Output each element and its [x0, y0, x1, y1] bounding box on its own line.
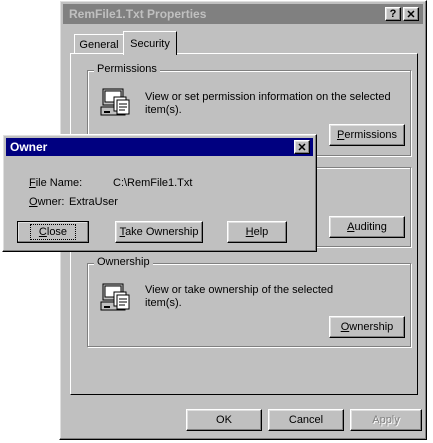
file-name-label: File Name: — [29, 177, 83, 189]
ownership-button-label: Ownership — [340, 321, 394, 333]
close-button[interactable]: Close — [17, 221, 89, 243]
cancel-button-label: Cancel — [288, 414, 324, 426]
apply-button[interactable]: Apply — [350, 409, 422, 431]
help-button[interactable]: Help — [227, 221, 287, 243]
tab-security[interactable]: Security — [123, 31, 177, 55]
take-ownership-button[interactable]: Take Ownership — [115, 221, 203, 243]
ok-button[interactable]: OK — [186, 409, 262, 431]
question-icon: ? — [389, 8, 397, 20]
ownership-group: Ownership View or take ownership of the … — [87, 256, 411, 347]
ownership-button[interactable]: Ownership — [329, 316, 405, 338]
auditing-button[interactable]: Auditing — [329, 216, 405, 238]
file-name-value: C:\RemFile1.Txt — [113, 177, 193, 189]
permissions-legend: Permissions — [94, 63, 160, 75]
owner-titlebar[interactable]: Owner — [6, 138, 313, 156]
close-icon: ✕ — [297, 141, 307, 154]
tab-general-label: General — [79, 38, 119, 51]
permissions-button[interactable]: Permissions — [329, 124, 405, 146]
close-title-button[interactable]: ✕ — [403, 7, 419, 21]
cancel-button[interactable]: Cancel — [268, 409, 344, 431]
properties-titlebar[interactable]: RemFile1.Txt Properties — [63, 4, 423, 24]
owner-close-title-button[interactable]: ✕ — [294, 140, 310, 154]
computer-files-icon — [100, 88, 130, 116]
take-ownership-button-label: Take Ownership — [119, 226, 199, 238]
close-button-label: Close — [29, 224, 77, 240]
ok-button-label: OK — [216, 414, 232, 426]
ownership-description: View or take ownership of the selected i… — [145, 284, 334, 309]
owner-dialog: Owner ✕ File Name: C:\RemFile1.Txt Owner… — [2, 134, 317, 252]
tab-security-label: Security — [130, 37, 170, 50]
tab-general[interactable]: General — [74, 34, 124, 54]
properties-title: RemFile1.Txt Properties — [69, 7, 207, 21]
apply-button-label: Apply — [372, 414, 400, 426]
permissions-button-label: Permissions — [337, 129, 397, 141]
help-title-button[interactable]: ? — [385, 7, 401, 21]
close-icon: ✕ — [406, 8, 416, 21]
auditing-button-label: Auditing — [347, 221, 387, 233]
computer-files-icon — [100, 283, 130, 311]
permissions-description: View or set permission information on th… — [145, 91, 391, 116]
ownership-legend: Ownership — [94, 256, 153, 268]
help-button-label: Help — [245, 226, 269, 238]
owner-title: Owner — [10, 140, 48, 154]
owner-label: Owner: — [29, 196, 65, 208]
owner-value: ExtraUser — [69, 196, 118, 208]
